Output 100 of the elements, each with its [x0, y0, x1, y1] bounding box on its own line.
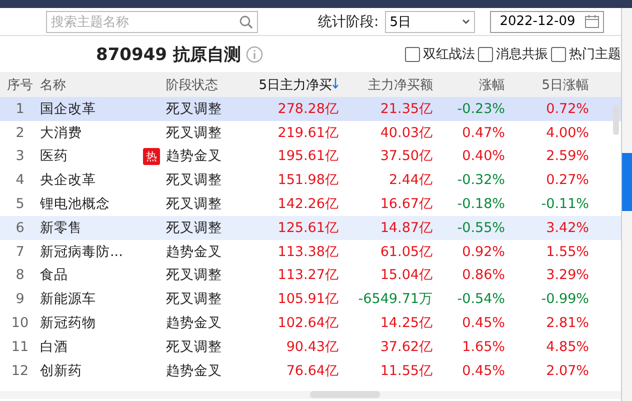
table-cell-text: 278.28亿	[276, 100, 339, 118]
table-cell-text: 2.44亿	[388, 171, 433, 190]
table-cell-text: -0.11%	[540, 196, 589, 212]
info-icon[interactable]	[246, 46, 263, 62]
date-field[interactable]: 2022-12-09	[490, 10, 604, 32]
table-row[interactable]: 1 国企改革 死叉调整 278.28亿 21.35亿 -0.23% 0.72%	[0, 97, 621, 121]
table-cell-text: 0.45%	[461, 315, 505, 332]
table-cell-text: -0.99%	[540, 291, 589, 308]
filter-checkbox[interactable]: 消息共振	[478, 45, 548, 63]
table-row[interactable]: 2 大消费 死叉调整 219.61亿 40.03亿 0.47% 4.00%	[0, 120, 621, 145]
row-number: 5	[14, 196, 26, 212]
theme-name: 新冠药物	[40, 314, 97, 332]
theme-name: 央企改革	[40, 171, 97, 190]
table-cell-text: 76.64亿	[285, 362, 339, 380]
row-number: 6	[14, 220, 26, 236]
table-cell-text: 14.87亿	[379, 218, 433, 237]
table-cell-text: 0.72%	[545, 100, 589, 117]
row-number: 3	[14, 148, 26, 164]
scrollbar-thumb[interactable]	[310, 391, 380, 398]
row-number: 1	[14, 100, 26, 117]
column-header[interactable]: 5日主力净买	[241, 76, 339, 94]
table-cell-text: 195.61亿	[276, 147, 339, 166]
table-row[interactable]: 8 食品 死叉调整 113.27亿 15.04亿 0.86% 3.29%	[0, 264, 621, 288]
table-cell-text: 37.62亿	[379, 338, 433, 356]
table-cell-text: -0.32%	[456, 172, 505, 188]
stage-status: 死叉调整	[166, 195, 223, 214]
filter-checkbox[interactable]: 双红战法	[405, 45, 475, 63]
hot-badge: 热	[143, 148, 160, 165]
stage-status: 死叉调整	[166, 266, 223, 284]
table-cell-text: 2.59%	[545, 148, 589, 164]
theme-name: 白酒	[40, 338, 69, 356]
table-cell-text: 14.25亿	[379, 314, 433, 332]
table-cell-text: 0.92%	[461, 244, 505, 260]
row-number: 12	[10, 362, 30, 379]
theme-name: 新能源车	[40, 290, 97, 308]
theme-name: 锂电池概念	[40, 195, 111, 214]
column-header[interactable]: 序号	[0, 76, 40, 94]
table-row[interactable]: 11 白酒 死叉调整 90.43亿 37.62亿 1.65% 4.85%	[0, 334, 621, 359]
scrollbar-thumb[interactable]	[613, 105, 619, 135]
table-cell-text: 102.64亿	[276, 314, 339, 332]
table-cell-text: 37.50亿	[379, 147, 433, 166]
table-cell-text: -6549.71万	[357, 290, 433, 308]
row-number: 10	[10, 315, 30, 332]
table-cell-text: 90.43亿	[285, 338, 339, 356]
table-cell-text: 16.67亿	[379, 195, 433, 214]
table-cell-text: 0.86%	[461, 267, 505, 284]
table-row[interactable]: 9 新能源车 死叉调整 105.91亿 -6549.71万 -0.54% -0.99%	[0, 287, 621, 312]
table-cell-text: 113.38亿	[276, 242, 339, 261]
row-number: 7	[14, 244, 26, 260]
theme-name: 大消费	[40, 124, 83, 142]
column-header[interactable]: 主力净买额	[339, 76, 433, 94]
filter-checkbox[interactable]: 热门主题	[551, 45, 621, 63]
table-cell-text: 2.81%	[545, 315, 589, 332]
search-field[interactable]: 搜索主题名称	[46, 11, 258, 33]
table-cell-text: 0.27%	[545, 172, 589, 188]
table-cell-text: 125.61亿	[276, 218, 339, 237]
stage-status: 趋势金叉	[166, 242, 223, 261]
stock-title: 870949 抗原自测	[96, 44, 241, 66]
table-row[interactable]: 5 锂电池概念 死叉调整 142.26亿 16.67亿 -0.18% -0.11%	[0, 192, 621, 216]
row-number: 9	[14, 291, 26, 308]
period-label: 统计阶段:	[318, 12, 379, 30]
table-row[interactable]: 3 医药 热 趋势金叉 195.61亿 37.50亿 0.40% 2.59%	[0, 144, 621, 168]
calendar-icon	[584, 15, 599, 28]
row-number: 11	[10, 338, 30, 355]
column-header[interactable]: 阶段状态	[166, 76, 241, 94]
table-cell-text: 1.55%	[545, 244, 589, 260]
table-cell-text: 4.00%	[545, 124, 589, 141]
table-cell-text: 2.07%	[545, 362, 589, 379]
table-cell-text: 15.04亿	[379, 266, 433, 284]
table-cell-text: -0.18%	[456, 196, 505, 212]
stage-status: 死叉调整	[166, 100, 223, 118]
table-cell-text: -0.55%	[456, 220, 505, 236]
period-select[interactable]: 5日	[384, 10, 475, 32]
table-cell-text: 151.98亿	[276, 171, 339, 190]
table-row[interactable]: 10 新冠药物 趋势金叉 102.64亿 14.25亿 0.45% 2.81%	[0, 311, 621, 335]
table-cell-text: -0.54%	[456, 291, 505, 308]
theme-name: 医药	[40, 147, 69, 166]
theme-name: 食品	[40, 266, 69, 284]
table-cell-text: 21.35亿	[379, 100, 433, 118]
theme-name: 创新药	[40, 362, 83, 380]
row-number: 8	[14, 267, 26, 284]
table-cell-text: 0.45%	[461, 362, 505, 379]
table-row[interactable]: 6 新零售 死叉调整 125.61亿 14.87亿 -0.55% 3.42%	[0, 216, 621, 240]
row-number: 2	[14, 124, 26, 141]
table-row[interactable]: 12 创新药 趋势金叉 76.64亿 11.55亿 0.45% 2.07%	[0, 358, 621, 383]
table-row[interactable]: 7 新冠病毒防... 趋势金叉 113.38亿 61.05亿 0.92% 1.55%	[0, 240, 621, 264]
stage-status: 死叉调整	[166, 124, 223, 142]
table-cell-text: 4.85%	[545, 338, 589, 355]
column-header[interactable]: 涨幅	[433, 76, 505, 94]
table-cell-text: 219.61亿	[276, 124, 339, 142]
theme-name: 国企改革	[40, 100, 97, 118]
table-cell-text: 11.55亿	[379, 362, 433, 380]
column-header[interactable]: 5日涨幅	[505, 76, 589, 94]
table-cell-text: 1.65%	[461, 338, 505, 355]
table-row[interactable]: 4 央企改革 死叉调整 151.98亿 2.44亿 -0.32% 0.27%	[0, 168, 621, 192]
table-cell-text: 113.27亿	[276, 266, 339, 284]
row-number: 4	[14, 172, 26, 188]
column-header[interactable]: 名称	[40, 76, 136, 94]
stage-status: 趋势金叉	[166, 314, 223, 332]
stage-status: 死叉调整	[166, 290, 223, 308]
